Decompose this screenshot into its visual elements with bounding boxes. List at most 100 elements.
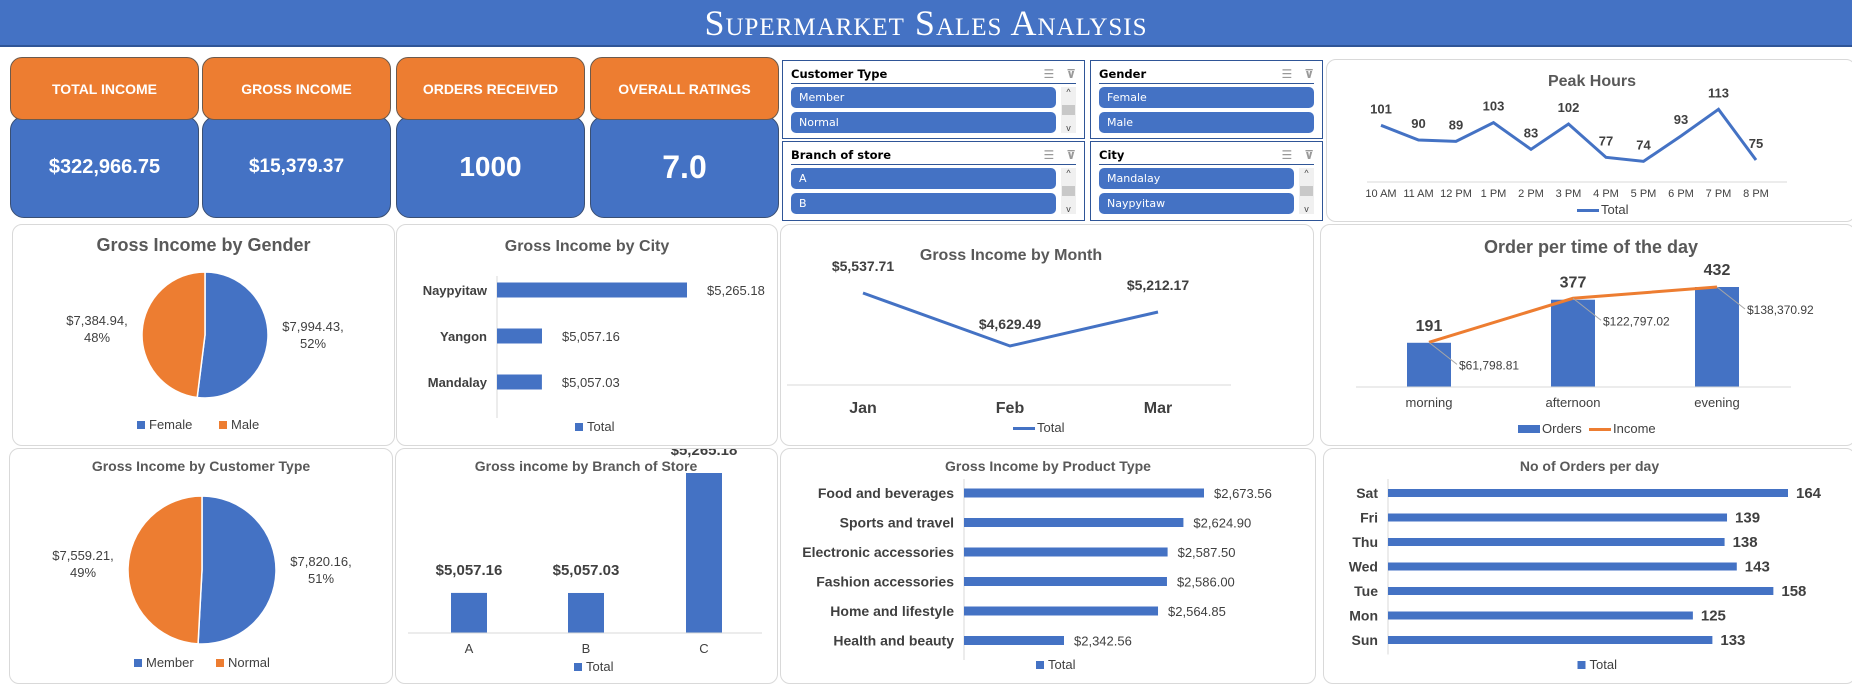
scroll-up-icon[interactable]: ^	[1304, 168, 1308, 178]
kpi-value: 1000	[396, 116, 585, 218]
bar	[1388, 513, 1728, 522]
y-tick-label: Electronic accessories	[802, 544, 954, 560]
data-label: $2,342.56	[1074, 634, 1132, 649]
chart-svg: Gross Income by Product Type Food and bev…	[802, 458, 1272, 672]
dashboard-header: Supermarket Sales Analysis	[0, 0, 1852, 47]
kpi-label: TOTAL INCOME	[10, 57, 199, 120]
slicer-item[interactable]: Normal	[791, 112, 1056, 133]
multi-select-icon[interactable]: ☰	[1281, 67, 1292, 81]
kpi-total-income: TOTAL INCOME $322,966.75	[10, 57, 199, 218]
chart-svg: Gross Income by Customer Type $7,820.16, 5…	[52, 458, 351, 670]
x-tick-label: Jan	[849, 400, 877, 417]
data-label: $5,057.03	[553, 562, 620, 579]
legend-label: Normal	[228, 655, 270, 670]
member-legend-swatch	[134, 659, 142, 667]
total-legend-line	[1013, 427, 1035, 430]
scroll-up-icon[interactable]: ^	[1066, 87, 1070, 97]
kpi-gross-income: GROSS INCOME $15,379.37	[202, 57, 391, 218]
slicer-scrollbar[interactable]: ^ v	[1061, 87, 1076, 133]
bar	[1388, 611, 1693, 620]
slicer-title: Gender	[1099, 66, 1147, 81]
chart-branch: Gross income by Branch of Store $5,057.16…	[395, 442, 778, 684]
y-tick-label: Wed	[1349, 559, 1378, 575]
kpi-orders-received: ORDERS RECEIVED 1000	[396, 57, 585, 218]
data-label: 74	[1636, 137, 1651, 152]
slicer-branch: Branch of store ☰ ⊽ A B ^ v	[782, 141, 1085, 221]
data-label: 158	[1781, 583, 1806, 600]
clear-filter-icon[interactable]: ⊽	[1304, 148, 1314, 162]
slicer-scrollbar[interactable]: ^ v	[1061, 168, 1076, 214]
normal-legend-swatch	[216, 659, 224, 667]
pie-slice-male	[141, 271, 206, 399]
total-legend-line	[1577, 209, 1599, 212]
scroll-down-icon[interactable]: v	[1066, 204, 1071, 214]
kpi-overall-ratings: OVERALL RATINGS 7.0	[590, 57, 779, 218]
slicer-scrollbar[interactable]: ^ v	[1299, 168, 1314, 214]
x-tick-label: 10 AM	[1365, 188, 1396, 200]
slicer-item[interactable]: A	[791, 168, 1056, 189]
pie-slice-female	[196, 271, 269, 399]
y-tick-label: Tue	[1354, 583, 1378, 599]
data-label: 93	[1674, 112, 1688, 127]
chart-month: Gross Income by Month $5,537.71 Jan $4,629.…	[780, 224, 1314, 446]
y-tick-label: Sat	[1356, 485, 1378, 501]
chart-title: Order per time of the day	[1484, 237, 1698, 257]
data-label: 51%	[308, 571, 334, 586]
x-tick-label: 4 PM	[1593, 188, 1619, 200]
y-tick-label: Fashion accessories	[816, 574, 954, 590]
data-label: 83	[1524, 125, 1538, 140]
multi-select-icon[interactable]: ☰	[1281, 148, 1292, 162]
y-tick-label: Sun	[1352, 632, 1378, 648]
slicer-item[interactable]: B	[791, 193, 1056, 214]
male-legend-swatch	[219, 421, 227, 429]
clear-filter-icon[interactable]: ⊽	[1066, 67, 1076, 81]
data-label: 191	[1416, 318, 1443, 335]
slicer-gender: Gender ☰ ⊽ Female Male	[1090, 60, 1323, 139]
multi-select-icon[interactable]: ☰	[1043, 67, 1054, 81]
data-label: $7,384.94,	[66, 313, 127, 328]
x-tick-label: 5 PM	[1631, 188, 1657, 200]
slicer-item[interactable]: Mandalay	[1099, 168, 1294, 189]
slicer-customer-type: Customer Type ☰ ⊽ Member Normal ^ v	[782, 60, 1085, 139]
kpi-value: $15,379.37	[202, 116, 391, 218]
data-label: 75	[1749, 136, 1763, 151]
slicer-item[interactable]: Male	[1099, 112, 1314, 133]
y-tick-label: Food and beverages	[818, 485, 954, 501]
x-tick-label: evening	[1694, 395, 1740, 410]
bar	[1388, 538, 1725, 546]
data-label: $7,559.21,	[52, 548, 113, 563]
chart-product-type: Gross Income by Product Type Food and bev…	[780, 448, 1316, 684]
clear-filter-icon[interactable]: ⊽	[1066, 148, 1076, 162]
data-label: 139	[1735, 510, 1760, 527]
bar	[964, 518, 1184, 527]
data-label: 143	[1745, 559, 1770, 576]
orders-legend-swatch	[1518, 425, 1540, 433]
multi-select-icon[interactable]: ☰	[1043, 148, 1054, 162]
slicer-item[interactable]: Member	[791, 87, 1056, 108]
chart-city: Gross Income by City Naypyitaw $5,265.18 Ya…	[396, 224, 778, 446]
bar	[964, 547, 1168, 557]
scroll-up-icon[interactable]: ^	[1066, 168, 1070, 178]
data-label: $122,797.02	[1603, 314, 1670, 328]
data-label: $2,586.00	[1177, 575, 1235, 590]
x-tick-label: 8 PM	[1743, 188, 1769, 200]
clear-filter-icon[interactable]: ⊽	[1304, 67, 1314, 81]
female-legend-swatch	[137, 421, 145, 429]
y-tick-label: Naypyitaw	[423, 283, 488, 298]
chart-svg: Gross income by Branch of Store $5,057.16…	[408, 442, 762, 674]
x-tick-label: afternoon	[1546, 395, 1601, 410]
slicer-title: Branch of store	[791, 147, 892, 162]
kpi-label: OVERALL RATINGS	[590, 57, 779, 120]
data-label: 103	[1483, 99, 1505, 114]
slicer-item[interactable]: Naypyitaw	[1099, 193, 1294, 214]
bar	[568, 592, 604, 633]
kpi-value: $322,966.75	[10, 116, 199, 218]
scroll-down-icon[interactable]: v	[1066, 123, 1071, 133]
scroll-down-icon[interactable]: v	[1304, 204, 1309, 214]
bar-orders	[1551, 299, 1595, 387]
data-label: $2,673.56	[1214, 486, 1272, 501]
chart-svg: Gross Income by Month $5,537.71 Jan $4,629.…	[787, 247, 1231, 435]
slicer-item[interactable]: Female	[1099, 87, 1314, 108]
data-label: 52%	[300, 336, 326, 351]
data-label: $5,265.18	[707, 283, 765, 298]
